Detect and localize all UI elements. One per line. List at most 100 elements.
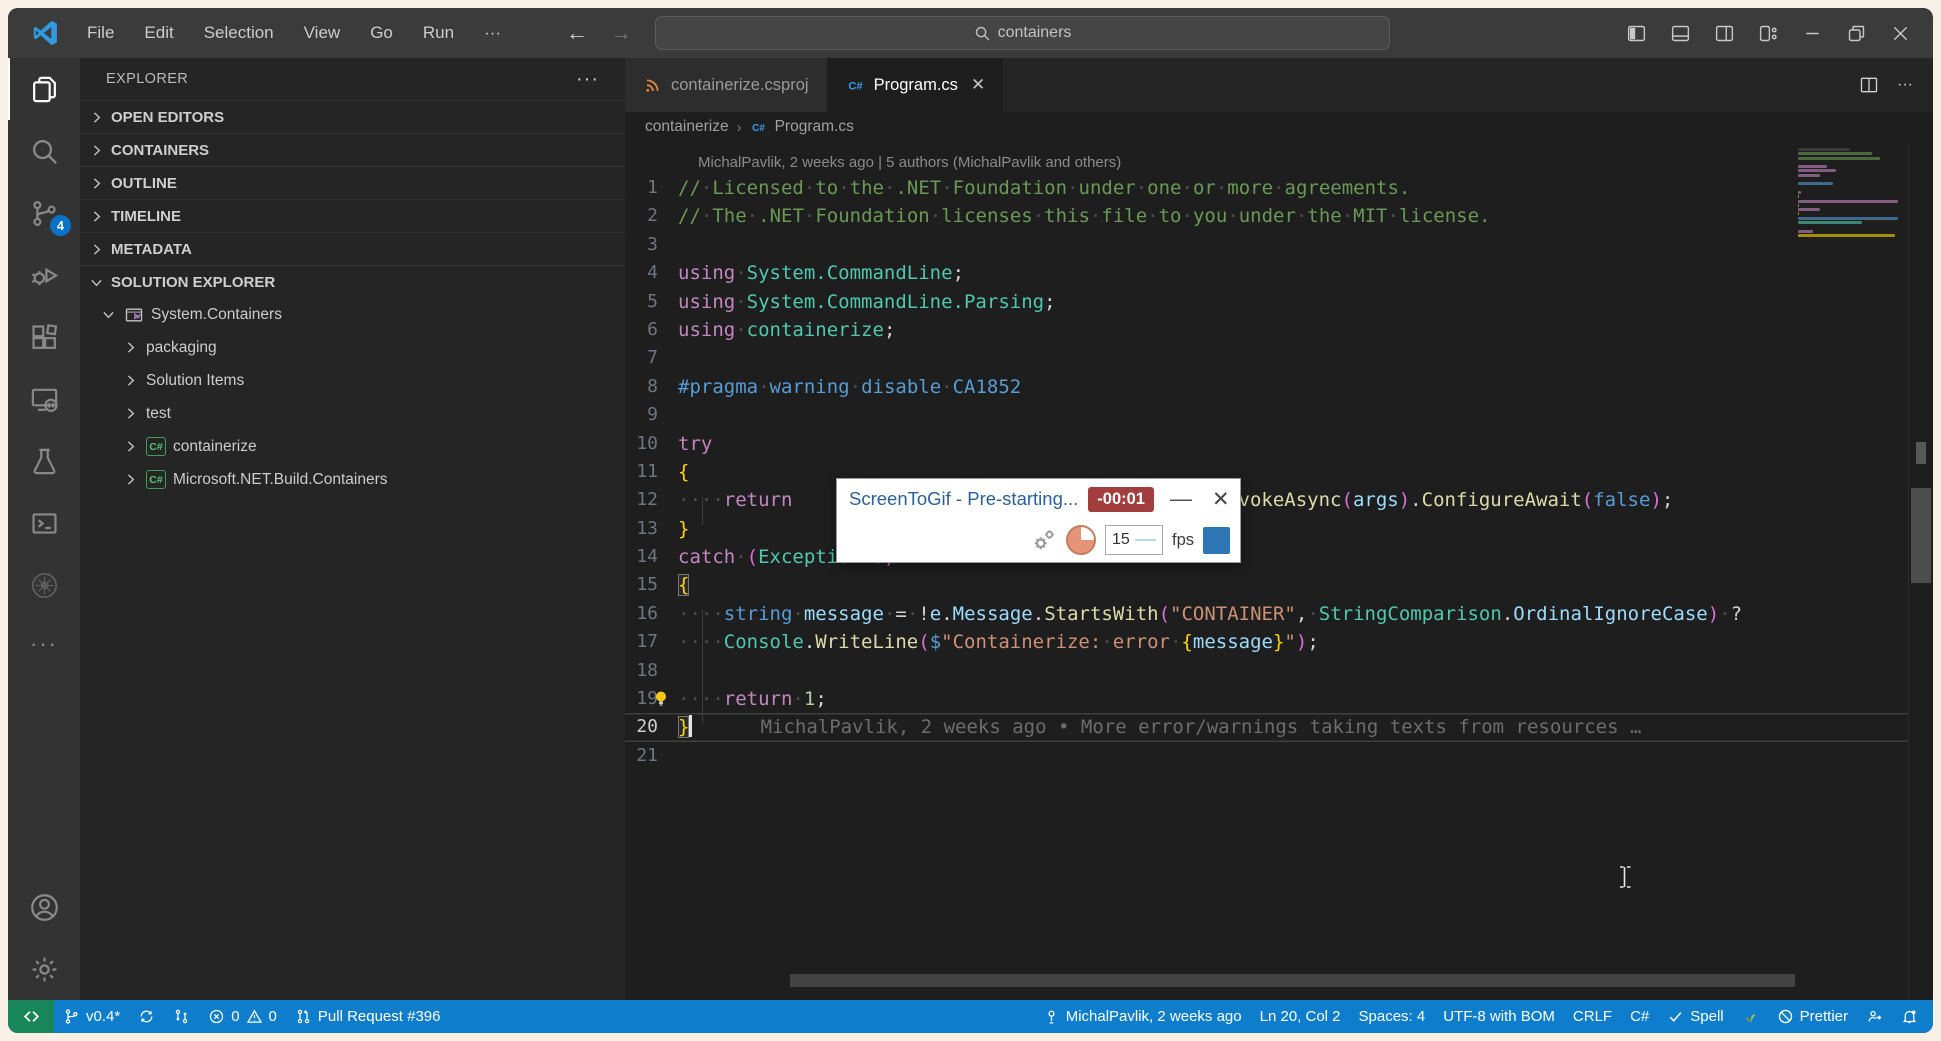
screentogif-window[interactable]: ScreenToGif - Pre-starting... -00:01 — ✕… <box>836 478 1241 563</box>
menu-run[interactable]: Run <box>412 19 465 47</box>
code-line-6[interactable]: 6using·containerize; <box>625 316 1908 344</box>
code-line-10[interactable]: 10try <box>625 430 1908 458</box>
toggle-primary-sidebar-icon[interactable] <box>1617 15 1655 51</box>
lightbulb-icon[interactable] <box>651 689 671 709</box>
horizontal-scrollbar[interactable] <box>790 974 1795 987</box>
tab-close-icon[interactable]: ✕ <box>971 75 985 95</box>
code-line-12[interactable]: 12····return InvokeAsync(args).Configure… <box>625 486 1908 514</box>
toggle-secondary-sidebar-icon[interactable] <box>1705 15 1743 51</box>
code-line-17[interactable]: 17····Console.WriteLine($"Containerize:·… <box>625 628 1908 656</box>
tree-item-solution-items[interactable]: Solution Items <box>80 364 625 397</box>
customize-layout-icon[interactable] <box>1749 15 1787 51</box>
menu-file[interactable]: File <box>76 19 125 47</box>
code-line-19[interactable]: 19····return·1; <box>625 685 1908 713</box>
statusbar-spell-checker[interactable]: Spell <box>1658 1000 1732 1033</box>
code-line-16[interactable]: 16····string·message·=·!e.Message.Starts… <box>625 600 1908 628</box>
activitybar-account[interactable] <box>8 876 80 938</box>
code-area[interactable]: MichalPavlik, 2 weeks ago | 5 authors (M… <box>625 142 1908 1000</box>
tree-item-test[interactable]: test <box>80 397 625 430</box>
menu-[interactable]: ··· <box>473 19 512 47</box>
minimap[interactable] <box>1798 148 1908 241</box>
activitybar-source-control[interactable]: 4 <box>8 182 80 244</box>
activitybar-remote-explorer[interactable] <box>8 368 80 430</box>
statusbar-eol[interactable]: CRLF <box>1564 1000 1621 1033</box>
activitybar-run-debug[interactable] <box>8 244 80 306</box>
menu-selection[interactable]: Selection <box>193 19 285 47</box>
tree-item-microsoft-net-build-containers[interactable]: C#Microsoft.NET.Build.Containers <box>80 463 625 496</box>
tab-program-cs[interactable]: C# Program.cs ✕ <box>828 58 1004 112</box>
code-line-15[interactable]: 15{ <box>625 571 1908 599</box>
menu-edit[interactable]: Edit <box>133 19 184 47</box>
restore-icon[interactable] <box>1837 15 1875 51</box>
menu-view[interactable]: View <box>293 19 352 47</box>
code-line-1[interactable]: 1//·Licensed·to·the·.NET·Foundation·unde… <box>625 174 1908 202</box>
statusbar-sync-status[interactable] <box>129 1000 164 1033</box>
breadcrumb-folder[interactable]: containerize <box>645 118 729 136</box>
code-line-21[interactable]: 21 <box>625 742 1908 770</box>
record-button[interactable] <box>1203 527 1230 554</box>
activitybar-search[interactable] <box>8 120 80 182</box>
section-containers[interactable]: CONTAINERS <box>80 133 625 166</box>
nav-back-icon[interactable]: ← <box>566 20 588 46</box>
breadcrumb-file[interactable]: Program.cs <box>775 118 854 136</box>
editor-more-icon[interactable]: ··· <box>1897 76 1913 94</box>
activitybar-compass[interactable] <box>8 554 80 616</box>
tree-item-packaging[interactable]: packaging <box>80 331 625 364</box>
activitybar-testing[interactable] <box>8 430 80 492</box>
statusbar-prettier[interactable]: Prettier <box>1768 1000 1857 1033</box>
code-line-18[interactable]: 18 <box>625 657 1908 685</box>
section-solution-explorer[interactable]: SOLUTION EXPLORER <box>80 265 625 298</box>
statusbar-blame-author[interactable]: MichalPavlik, 2 weeks ago <box>1034 1000 1251 1033</box>
vertical-scrollbar[interactable] <box>1908 142 1933 1000</box>
code-line-11[interactable]: 11{ <box>625 458 1908 486</box>
statusbar-indentation[interactable]: Spaces: 4 <box>1350 1000 1435 1033</box>
code-line-4[interactable]: 4using·System.CommandLine; <box>625 259 1908 287</box>
code-line-5[interactable]: 5using·System.CommandLine.Parsing; <box>625 288 1908 316</box>
statusbar-problems[interactable]: 00 <box>199 1000 286 1033</box>
tree-item-containerize[interactable]: C#containerize <box>80 430 625 463</box>
statusbar-plant-extension[interactable] <box>1733 1000 1768 1033</box>
statusbar-feedback[interactable] <box>1857 1000 1892 1033</box>
minimize-icon[interactable]: — <box>1170 494 1192 504</box>
statusbar-encoding[interactable]: UTF-8 with BOM <box>1434 1000 1564 1033</box>
section-metadata[interactable]: METADATA <box>80 232 625 265</box>
statusbar-cursor-position[interactable]: Ln 20, Col 2 <box>1251 1000 1350 1033</box>
fps-input[interactable]: 15 <box>1105 525 1163 555</box>
statusbar-pull-request[interactable]: Pull Request #396 <box>286 1000 450 1033</box>
menu-go[interactable]: Go <box>359 19 404 47</box>
tab-containerize-csproj[interactable]: containerize.csproj <box>625 58 828 112</box>
section-timeline[interactable]: TIMELINE <box>80 199 625 232</box>
statusbar-notifications[interactable] <box>1892 1000 1927 1033</box>
record-delay-icon[interactable] <box>1066 525 1096 555</box>
section-open-editors[interactable]: OPEN EDITORS <box>80 100 625 133</box>
toggle-panel-icon[interactable] <box>1661 15 1699 51</box>
breadcrumb[interactable]: containerize › C# Program.cs <box>625 112 1933 142</box>
sidebar-more-icon[interactable]: ··· <box>576 68 599 91</box>
code-line-3[interactable]: 3 <box>625 231 1908 259</box>
gears-icon[interactable] <box>1031 527 1057 553</box>
close-icon[interactable]: ✕ <box>1212 487 1230 512</box>
code-line-7[interactable]: 7 <box>625 344 1908 372</box>
code-line-14[interactable]: 14catch·(Exception·e) <box>625 543 1908 571</box>
statusbar-branch-status[interactable]: v0.4* <box>54 1000 129 1033</box>
codelens-blame[interactable]: MichalPavlik, 2 weeks ago | 5 authors (M… <box>625 152 1908 174</box>
activitybar-more-icon[interactable]: ··· <box>30 616 58 672</box>
code-line-13[interactable]: 13} <box>625 515 1908 543</box>
remote-indicator[interactable] <box>8 1000 54 1033</box>
tree-item-system-containers[interactable]: System.Containers <box>80 298 625 331</box>
code-line-20[interactable]: 20} MichalPavlik, 2 weeks ago • More err… <box>625 713 1908 741</box>
code-line-2[interactable]: 2//·The·.NET·Foundation·licenses·this·fi… <box>625 202 1908 230</box>
activitybar-explorer[interactable] <box>8 58 80 120</box>
scrollbar-thumb[interactable] <box>1911 488 1931 583</box>
activitybar-terminal[interactable] <box>8 492 80 554</box>
close-icon[interactable] <box>1881 15 1919 51</box>
split-editor-icon[interactable] <box>1859 75 1879 95</box>
statusbar-compare-status[interactable] <box>164 1000 199 1033</box>
activitybar-settings[interactable] <box>8 938 80 1000</box>
activitybar-extensions[interactable] <box>8 306 80 368</box>
code-line-8[interactable]: 8#pragma·warning·disable·CA1852 <box>625 373 1908 401</box>
code-line-9[interactable]: 9 <box>625 401 1908 429</box>
section-outline[interactable]: OUTLINE <box>80 166 625 199</box>
minimize-icon[interactable] <box>1793 15 1831 51</box>
command-center-search[interactable]: containers <box>655 16 1390 50</box>
